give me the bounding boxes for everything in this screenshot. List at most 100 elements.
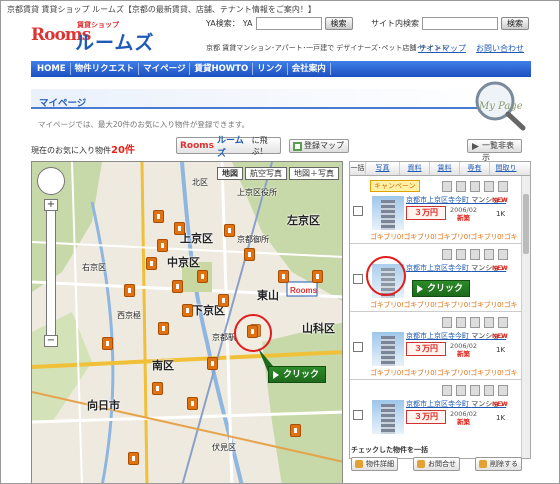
floorplan-icon[interactable]	[470, 317, 480, 328]
info-icon[interactable]	[498, 385, 508, 396]
property-pin[interactable]	[244, 248, 255, 261]
property-map[interactable]: Rooms 地図 航空写真 地図＋写真 + − 上京区 中京区 東山 左京区 山…	[31, 161, 343, 483]
tab-hybrid[interactable]: 地図＋写真	[289, 167, 339, 180]
house-icon[interactable]	[456, 385, 466, 396]
property-pin[interactable]	[218, 294, 229, 307]
property-pin[interactable]	[312, 270, 323, 283]
property-pin[interactable]	[128, 452, 139, 465]
col-photo[interactable]: 写真	[366, 162, 400, 175]
scrollbar-thumb[interactable]	[523, 194, 529, 254]
rooms-jump-button[interactable]: Rooms ルームズ に飛ぶ！	[176, 136, 281, 159]
nav-howto[interactable]: 賃貸HOWTO	[190, 63, 254, 75]
property-pin[interactable]	[172, 280, 183, 293]
category-links[interactable]: 京都 賃貸マンション･アパート･一戸建で デザイナーズ･ペット店舗･テナント	[206, 43, 448, 53]
property-pin[interactable]	[158, 322, 169, 335]
detail-button[interactable]: 物件詳細	[351, 457, 398, 471]
property-date: 2006/02 新築	[450, 410, 478, 426]
nav-request[interactable]: 物件リクエスト	[71, 63, 140, 75]
tab-map[interactable]: 地図	[217, 167, 243, 180]
property-pin[interactable]	[102, 337, 113, 350]
info-icon[interactable]	[498, 181, 508, 192]
sitemap-link[interactable]: サイトマップ	[418, 43, 466, 54]
info-icon[interactable]	[498, 249, 508, 260]
map-label-ward-office: 上京区役所	[237, 188, 277, 197]
tab-satellite[interactable]: 航空写真	[245, 167, 287, 180]
house-icon[interactable]	[456, 181, 466, 192]
browser-frame: 京都賃貸 賃貸ショップ ルームズ【京都の最新賃貸、店舗、テナント情報をご案内！】…	[0, 0, 560, 484]
registered-map-button[interactable]: 登録マップ	[289, 139, 349, 153]
contact-link[interactable]: お問い合わせ	[476, 43, 524, 54]
list-item: 京都市上京区寺今町 マンション NEW クリック ゴキブリ0!ゴキブリ0!ゴキブ…	[350, 244, 522, 312]
favorite-list: 一括 写真 資料 賃料 専有 間取り キャンペーン 京都市上京区寺今町 マンショ…	[349, 161, 531, 459]
property-photo[interactable]	[372, 332, 404, 366]
pan-control[interactable]	[37, 167, 65, 195]
document-icon[interactable]	[442, 385, 452, 396]
property-pin[interactable]	[197, 270, 208, 283]
col-rent[interactable]: 賃料	[430, 162, 460, 175]
inquire-button[interactable]: お問合せ	[413, 457, 460, 471]
nav-links[interactable]: リンク	[253, 63, 288, 75]
zoom-slider[interactable]	[46, 207, 56, 337]
nav-company[interactable]: 会社案内	[288, 63, 331, 75]
map-pin-icon[interactable]	[484, 181, 494, 192]
map-pin-icon[interactable]	[484, 385, 494, 396]
map-pin-icon[interactable]	[484, 317, 494, 328]
house-icon[interactable]	[456, 249, 466, 260]
utility-links: サイトマップ お問い合わせ	[418, 43, 524, 54]
property-pin[interactable]	[152, 382, 163, 395]
property-pin[interactable]	[278, 270, 289, 283]
svg-text:Rooms: Rooms	[290, 286, 318, 295]
document-icon[interactable]	[442, 181, 452, 192]
property-photo[interactable]	[372, 400, 404, 434]
floorplan-icon[interactable]	[470, 181, 480, 192]
ya-search-input[interactable]	[255, 17, 322, 30]
new-badge: NEW	[492, 197, 508, 204]
list-item: キャンペーン 京都市上京区寺今町 マンション NEW ３万円 2006/02 新築…	[350, 176, 522, 244]
info-icon[interactable]	[498, 317, 508, 328]
map-zoom-control: + −	[37, 167, 65, 347]
col-docs[interactable]: 資料	[400, 162, 430, 175]
property-pin[interactable]	[207, 357, 218, 370]
property-pin[interactable]	[153, 210, 164, 223]
registered-map-label: 登録マップ	[304, 141, 344, 150]
delete-button[interactable]: 削除する	[475, 457, 522, 471]
row-checkbox[interactable]	[353, 342, 363, 352]
ya-search-label: YA検索：	[206, 19, 240, 28]
row-checkbox[interactable]	[353, 206, 363, 216]
document-icon[interactable]	[442, 249, 452, 260]
property-date: 2006/02 新築	[450, 206, 478, 222]
promo-ticker: ゴキブリ0!ゴキブリ0!ゴキブリ0!ゴキブリ0!ゴキ	[370, 233, 518, 241]
property-pin[interactable]	[146, 257, 157, 270]
site-search-input[interactable]	[422, 17, 498, 30]
zoom-in-button[interactable]: +	[44, 199, 58, 211]
property-photo[interactable]	[372, 196, 404, 230]
ya-search-button[interactable]: 検索	[324, 17, 353, 30]
document-icon[interactable]	[442, 317, 452, 328]
map-label-kita: 北区	[192, 178, 208, 187]
site-logo[interactable]: Rooms 賃貸ショップ ルームズ	[31, 19, 166, 55]
property-pin[interactable]	[174, 222, 185, 235]
floorplan-icon[interactable]	[470, 249, 480, 260]
property-pin[interactable]	[157, 239, 168, 252]
property-pin[interactable]	[187, 397, 198, 410]
list-scrollbar[interactable]	[521, 176, 530, 458]
page-title: マイページ	[39, 98, 87, 109]
col-layout[interactable]: 間取り	[490, 162, 522, 175]
highlighted-property-pin[interactable]	[247, 325, 258, 338]
row-checkbox[interactable]	[353, 410, 363, 420]
property-pin[interactable]	[290, 424, 301, 437]
hide-list-button[interactable]: 一覧非表示	[467, 139, 522, 162]
floorplan-icon[interactable]	[470, 385, 480, 396]
property-pin[interactable]	[224, 224, 235, 237]
property-pin[interactable]	[124, 284, 135, 297]
nav-home[interactable]: HOME	[31, 63, 71, 75]
site-search-button[interactable]: 検索	[501, 17, 529, 30]
property-pin[interactable]	[182, 304, 193, 317]
house-icon[interactable]	[456, 317, 466, 328]
map-pin-icon[interactable]	[484, 249, 494, 260]
nav-mypage[interactable]: マイページ	[139, 63, 191, 75]
logo-title: ルームズ	[75, 32, 155, 54]
row-checkbox[interactable]	[353, 274, 363, 284]
col-area[interactable]: 専有	[460, 162, 490, 175]
zoom-out-button[interactable]: −	[44, 335, 58, 347]
